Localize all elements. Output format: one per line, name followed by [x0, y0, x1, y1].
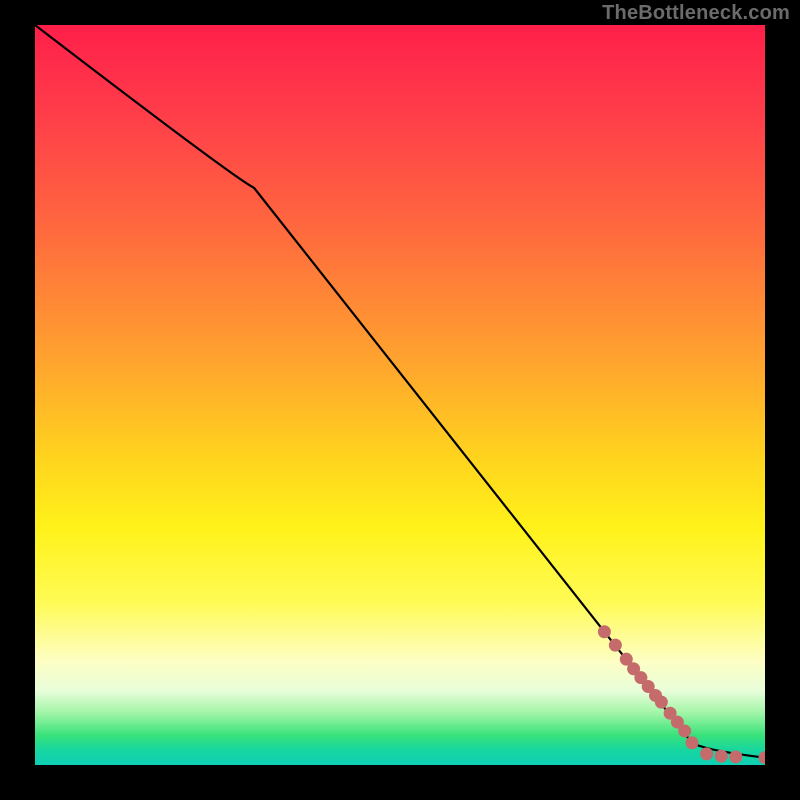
curve-line [35, 25, 765, 758]
data-point [598, 625, 611, 638]
watermark-text: TheBottleneck.com [602, 2, 790, 25]
data-point [729, 750, 742, 763]
data-point [686, 736, 699, 749]
curve-path [35, 25, 765, 758]
plot-overlay [35, 25, 765, 765]
data-point [700, 747, 713, 760]
data-point [678, 724, 691, 737]
data-point [715, 750, 728, 763]
data-point [759, 751, 766, 764]
chart-frame: TheBottleneck.com [0, 0, 800, 800]
data-point [655, 696, 668, 709]
data-point [609, 639, 622, 652]
curve-markers [598, 625, 765, 764]
